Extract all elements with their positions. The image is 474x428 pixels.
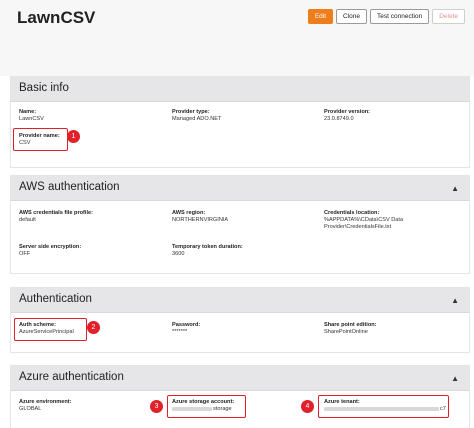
callout-badge-4: 4 xyxy=(301,400,314,413)
basic-info-section: Basic info Name: LawnCSV Provider type: … xyxy=(10,76,470,168)
section-title: Authentication xyxy=(19,293,92,305)
provider-type-field: Provider type: Managed ADO.NET xyxy=(172,109,222,122)
highlight-box-2 xyxy=(14,318,87,341)
toolbar: Edit Clone Test connection Delete xyxy=(307,9,465,24)
clone-button[interactable]: Clone xyxy=(336,9,368,24)
test-connection-button[interactable]: Test connection xyxy=(370,9,430,24)
temporary-token-duration-field: Temporary token duration: 3600 xyxy=(172,244,243,257)
azure-authentication-header[interactable]: Azure authentication ▲ xyxy=(11,366,469,391)
aws-authentication-header[interactable]: AWS authentication ▲ xyxy=(11,176,469,201)
provider-version-field: Provider version: 23.0.8749.0 xyxy=(324,109,371,122)
basic-info-header: Basic info xyxy=(11,77,469,102)
aws-region-field: AWS region: NORTHERNVIRGINIA xyxy=(172,210,229,223)
authentication-header[interactable]: Authentication ▲ xyxy=(11,288,469,313)
name-field: Name: LawnCSV xyxy=(19,109,44,122)
azure-environment-field: Azure environment: GLOBAL xyxy=(19,399,72,412)
aws-profile-field: AWS credentials file profile: default xyxy=(19,210,93,223)
page-header: LawnCSV Edit Clone Test connection Delet… xyxy=(0,0,474,76)
highlight-box-1 xyxy=(13,128,68,151)
highlight-box-3 xyxy=(167,395,246,418)
chevron-up-icon[interactable]: ▲ xyxy=(451,296,459,305)
share-point-edition-field: Share point edition: SharePointOnline xyxy=(324,322,377,335)
credentials-location-field: Credentials location: %APPDATA%\CData\CS… xyxy=(324,210,404,230)
section-title: AWS authentication xyxy=(19,181,120,193)
aws-authentication-section: AWS authentication ▲ AWS credentials fil… xyxy=(10,175,470,274)
highlight-box-4 xyxy=(318,395,449,418)
chevron-up-icon[interactable]: ▲ xyxy=(451,184,459,193)
section-title: Basic info xyxy=(19,82,69,94)
password-field: Password: ******* xyxy=(172,322,201,335)
callout-badge-2: 2 xyxy=(87,321,100,334)
section-title: Azure authentication xyxy=(19,371,124,383)
delete-button[interactable]: Delete xyxy=(432,9,465,24)
callout-badge-3: 3 xyxy=(150,400,163,413)
server-side-encryption-field: Server side encryption: OFF xyxy=(19,244,82,257)
page-title: LawnCSV xyxy=(17,8,96,27)
chevron-up-icon[interactable]: ▲ xyxy=(451,374,459,383)
callout-badge-1: 1 xyxy=(67,130,80,143)
edit-button[interactable]: Edit xyxy=(307,9,334,24)
